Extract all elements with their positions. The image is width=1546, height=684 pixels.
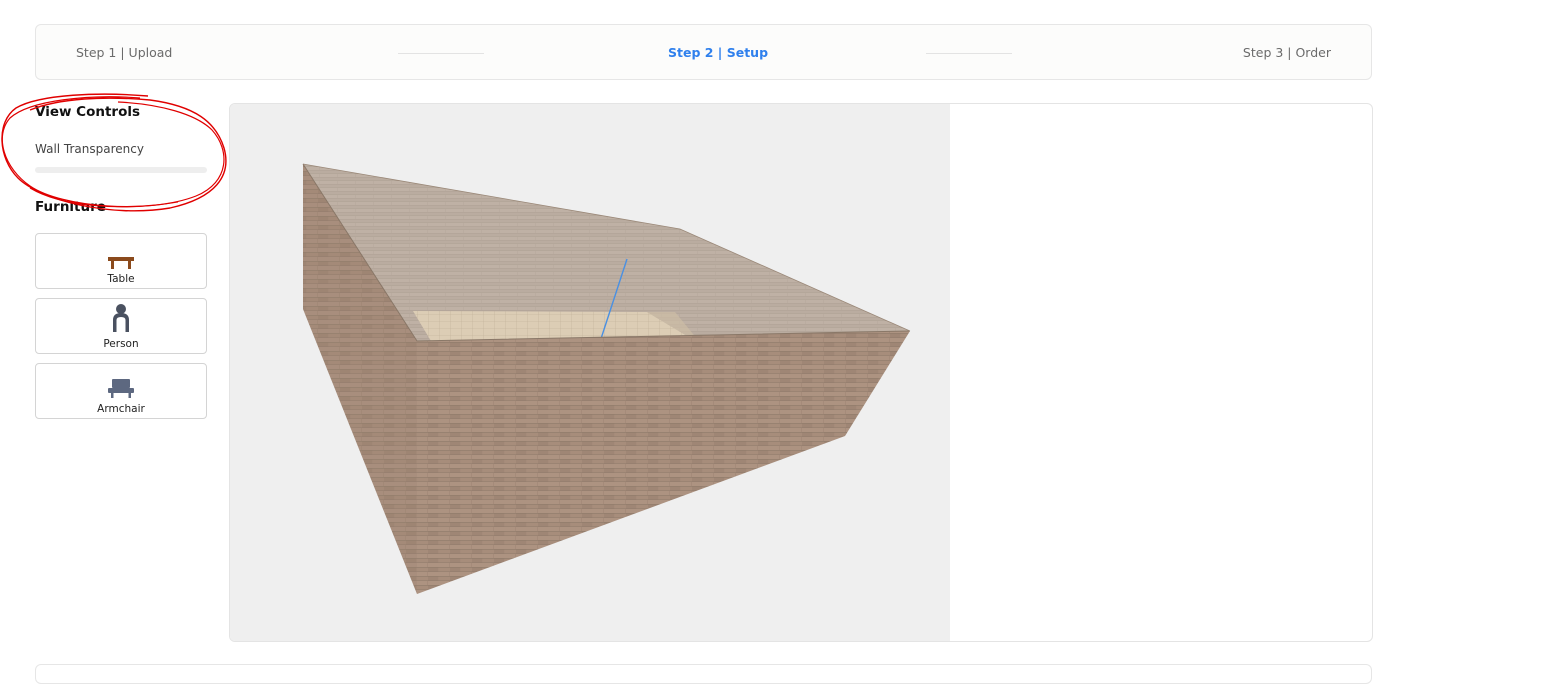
furniture-person-button[interactable]: Person xyxy=(35,298,207,354)
furniture-label: Table xyxy=(107,273,135,285)
furniture-title: Furniture xyxy=(35,199,106,215)
table-icon xyxy=(108,257,134,269)
furniture-table-button[interactable]: Table xyxy=(35,233,207,289)
step-order[interactable]: Step 3 | Order xyxy=(1243,25,1331,81)
person-icon xyxy=(113,304,129,332)
view-controls-title: View Controls xyxy=(35,104,141,120)
furniture-label: Armchair xyxy=(97,403,145,415)
wall-transparency-label: Wall Transparency xyxy=(35,142,144,156)
step-upload[interactable]: Step 1 | Upload xyxy=(76,25,172,81)
furniture-armchair-button[interactable]: Armchair xyxy=(35,363,207,419)
3d-canvas[interactable] xyxy=(230,104,950,641)
step-connector xyxy=(926,53,1012,54)
step-setup[interactable]: Step 2 | Setup xyxy=(668,25,768,81)
armchair-icon xyxy=(108,379,134,398)
bottom-panel xyxy=(35,664,1372,684)
stepper: Step 1 | Upload Step 2 | Setup Step 3 | … xyxy=(35,24,1372,80)
step-connector xyxy=(398,53,484,54)
wall-transparency-slider[interactable] xyxy=(35,167,207,173)
furniture-label: Person xyxy=(103,338,139,350)
furniture-list: Table Person Armchair xyxy=(35,233,207,428)
room-3d-scene xyxy=(302,163,911,594)
viewer-panel xyxy=(229,103,1373,642)
